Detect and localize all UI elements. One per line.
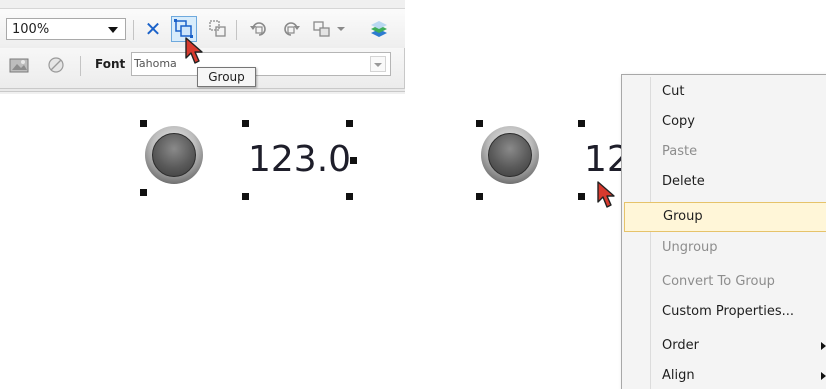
toolbar-bottom-edge [0,88,405,92]
rotate-left-icon [250,22,266,36]
menu-item-align[interactable]: Align [624,361,826,389]
menu-item-order[interactable]: Order [624,331,826,361]
image-button[interactable] [8,56,30,78]
selection-handle[interactable] [346,193,353,200]
selection-handle[interactable] [140,120,147,127]
selection-handle[interactable] [346,120,353,127]
menu-item-label: Ungroup [662,240,718,255]
menu-item-paste[interactable]: Paste [624,137,826,167]
menu-item-copy[interactable]: Copy [624,107,826,137]
selection-handle[interactable] [242,193,249,200]
menu-item-label: Copy [662,114,695,129]
ungroup-button[interactable] [207,18,229,40]
order-icon [313,21,330,37]
toolbar-separator [133,20,134,40]
numeric-readout[interactable]: 123.0 [248,140,351,180]
selection-handle[interactable] [578,120,585,127]
toolbar-divider [404,48,405,88]
menu-item-convert-to-group[interactable]: Convert To Group [624,267,826,297]
no-fill-button[interactable] [45,56,67,78]
selection-handle[interactable] [578,193,585,200]
font-dropdown[interactable]: Tahoma [131,52,391,76]
font-label: Font [95,57,126,71]
delete-icon[interactable]: ✕ [142,18,164,40]
menu-item-label: Cut [662,84,685,99]
menu-item-label: Paste [662,144,698,159]
selection-handle[interactable] [140,189,147,196]
menu-item-label: Align [662,368,695,383]
selection-handle[interactable] [476,120,483,127]
rotate-right-button[interactable] [280,18,302,40]
menu-item-label: Delete [662,174,705,189]
menu-item-cut[interactable]: Cut [624,77,826,107]
menu-item-delete[interactable]: Delete [624,167,826,197]
selection-handle[interactable] [476,193,483,200]
toolbar-separator [80,56,81,76]
mouse-pointer-icon [597,181,615,208]
menu-item-label: Group [663,209,703,224]
chevron-down-icon[interactable] [108,27,118,33]
layer-button[interactable] [368,18,390,40]
tooltip: Group [197,67,256,87]
menu-item-label: Convert To Group [662,274,775,289]
submenu-arrow-icon [821,372,826,380]
toolbar-separator [236,20,237,40]
menu-item-label: Custom Properties... [662,304,795,319]
menu-item-ungroup[interactable]: Ungroup [624,233,826,263]
image-icon [9,58,29,73]
menu-item-custom-properties[interactable]: Custom Properties... [624,297,826,327]
submenu-arrow-icon [821,342,826,350]
font-value: Tahoma [134,57,177,70]
chevron-down-icon [374,63,382,67]
order-dropdown-button[interactable] [311,18,345,40]
rotate-left-button[interactable] [248,18,270,40]
knob-face [488,133,532,177]
rotate-right-icon [284,22,300,36]
zoom-dropdown[interactable]: 100% [6,18,126,40]
ungroup-icon [209,20,226,37]
zoom-value: 100% [12,22,50,37]
disabled-icon [48,57,64,73]
mouse-pointer-icon [185,37,203,64]
context-menu: Cut Copy Paste Delete Group Ungroup Conv… [621,74,826,389]
menu-item-label: Order [662,338,699,353]
knob-button[interactable] [481,126,539,184]
knob-button[interactable] [145,126,203,184]
knob-face [152,133,196,177]
layer-icon [371,21,387,37]
font-dropdown-button[interactable] [370,56,386,72]
selection-handle[interactable] [350,157,357,164]
chevron-down-icon[interactable] [337,27,345,31]
menu-item-group[interactable]: Group [624,202,826,232]
selection-handle[interactable] [242,120,249,127]
